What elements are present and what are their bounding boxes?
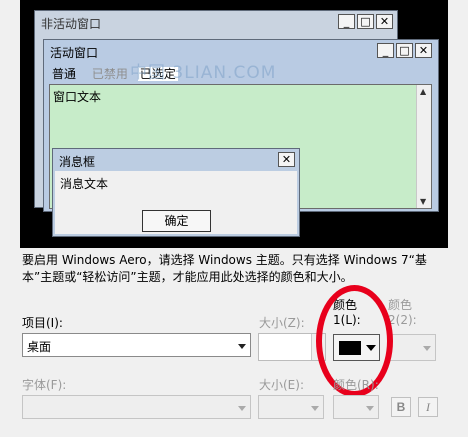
menu-item-disabled[interactable]: 已禁用 <box>92 67 128 81</box>
ok-button-label: 确定 <box>164 214 189 228</box>
color2-label-line2: 2(2): <box>388 313 417 327</box>
watermark: 中国 3LIAN.COM <box>130 63 277 83</box>
chevron-down-icon <box>238 406 246 411</box>
message-text: 消息文本 <box>60 177 109 191</box>
maximize-icon[interactable]: □ <box>357 14 374 29</box>
font-color-label: 颜色(R): <box>333 378 379 392</box>
scroll-down-icon[interactable]: ▼ <box>420 197 426 206</box>
inactive-window-titlebar: 非活动窗口 _ □ ✕ <box>35 11 397 33</box>
message-box[interactable]: 消息框 ✕ 消息文本 确定 <box>52 148 300 237</box>
ok-button[interactable]: 确定 <box>142 210 211 232</box>
item-label: 项目(I): <box>22 316 63 330</box>
maximize-icon[interactable]: □ <box>396 43 413 58</box>
message-box-titlebar: 消息框 ✕ <box>53 149 299 171</box>
window-text: 窗口文本 <box>53 90 102 104</box>
font-size-label: 大小(E): <box>259 378 304 392</box>
menu-item-normal[interactable]: 普通 <box>52 67 76 81</box>
chevron-down-icon <box>238 344 246 349</box>
font-size-select[interactable] <box>258 395 324 419</box>
italic-button[interactable]: I <box>418 397 438 417</box>
item-size-label: 大小(Z): <box>259 316 305 330</box>
close-icon[interactable]: ✕ <box>376 14 393 29</box>
close-icon[interactable]: ✕ <box>415 43 432 58</box>
font-label: 字体(F): <box>22 378 67 392</box>
chevron-down-icon <box>366 406 374 411</box>
bold-button[interactable]: B <box>391 397 411 417</box>
vertical-scrollbar[interactable]: ▲ ▼ <box>416 85 431 208</box>
message-box-title: 消息框 <box>59 155 96 169</box>
minimize-icon[interactable]: _ <box>377 43 394 58</box>
active-window-title: 活动窗口 <box>50 46 99 60</box>
item-select[interactable]: 桌面 <box>22 333 251 357</box>
message-box-body: 消息文本 确定 <box>55 171 297 234</box>
minimize-icon[interactable]: _ <box>338 14 355 29</box>
close-icon[interactable]: ✕ <box>278 152 295 167</box>
inactive-window-title: 非活动窗口 <box>41 17 102 31</box>
preview-area: 非活动窗口 _ □ ✕ 活动窗口 _ □ ✕ 普通 已禁用 已选定 中国 3LI… <box>20 0 448 248</box>
chevron-down-icon <box>423 346 431 351</box>
font-color-picker[interactable] <box>333 395 379 419</box>
scroll-up-icon[interactable]: ▲ <box>420 87 426 96</box>
color2-label-line1: 颜色 <box>388 298 413 312</box>
font-select[interactable] <box>22 395 251 419</box>
item-select-value: 桌面 <box>27 340 52 354</box>
chevron-down-icon <box>311 406 319 411</box>
description-text: 要启用 Windows Aero，请选择 Windows 主题。只有选择 Win… <box>22 253 427 284</box>
color2-picker[interactable] <box>388 334 436 361</box>
